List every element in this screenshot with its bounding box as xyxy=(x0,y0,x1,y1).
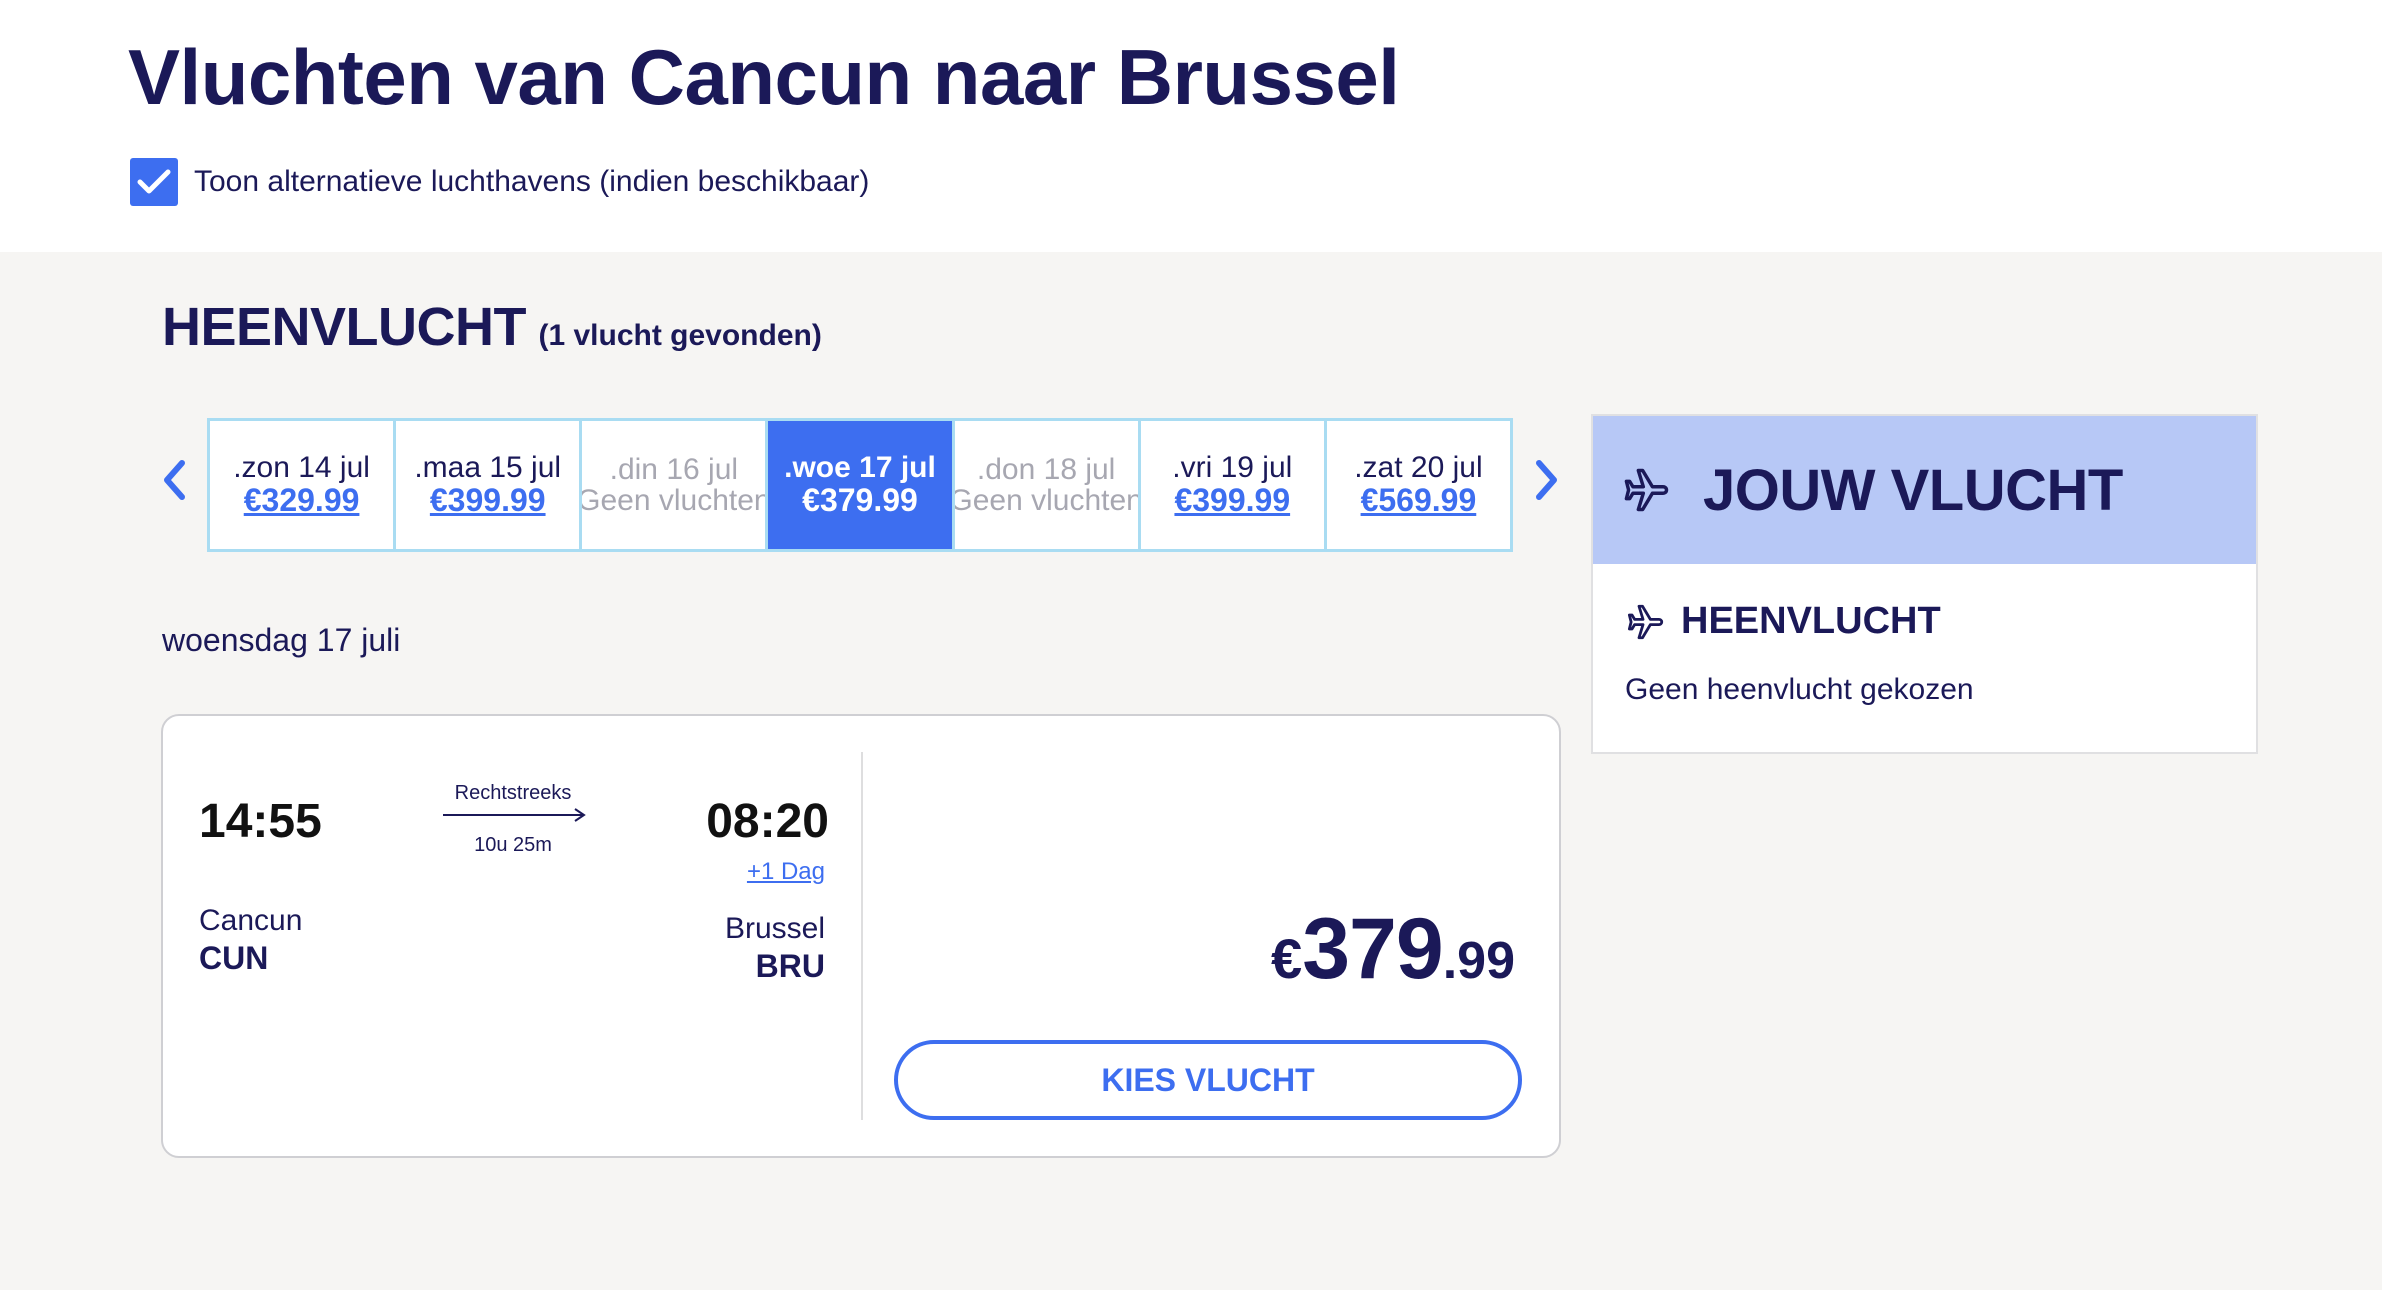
date-day: .din 16 jul xyxy=(609,452,739,486)
your-flight-title: JOUW VLUCHT xyxy=(1703,457,2123,523)
date-cell-2: .din 16 jul Geen vluchten xyxy=(582,421,769,549)
alt-airports-row[interactable]: Toon alternatieve luchthavens (indien be… xyxy=(130,158,869,206)
date-cell-6[interactable]: .zat 20 jul €569.99 xyxy=(1327,421,1510,549)
date-no-flights: Geen vluchten xyxy=(954,484,1141,517)
date-cell-3-selected[interactable]: .woe 17 jul €379.99 xyxy=(768,421,955,549)
date-price[interactable]: €399.99 xyxy=(430,483,546,518)
departure-city: Cancun xyxy=(199,904,303,937)
outbound-title: HEENVLUCHT xyxy=(162,297,527,357)
arrival-city: Brussel xyxy=(724,912,825,945)
outbound-count: (1 vlucht gevonden) xyxy=(538,319,822,352)
plane-icon xyxy=(1627,604,1664,639)
stops-label: Rechtstreeks xyxy=(454,782,572,804)
selected-day-label: woensdag 17 juli xyxy=(162,622,401,658)
check-icon xyxy=(137,169,171,194)
arrival-code: BRU xyxy=(755,948,825,984)
next-dates-button[interactable] xyxy=(1525,452,1569,508)
summary-outbound-label: HEENVLUCHT xyxy=(1681,600,1941,642)
your-flight-header: JOUW VLUCHT xyxy=(1593,416,2256,564)
outbound-heading: HEENVLUCHT (1 vlucht gevonden) xyxy=(162,296,822,358)
price-currency: € xyxy=(1271,927,1303,990)
date-price[interactable]: €329.99 xyxy=(244,483,360,518)
price-decimals: .99 xyxy=(1442,932,1515,990)
arrow-right-icon xyxy=(443,808,586,822)
date-price: €379.99 xyxy=(802,481,918,518)
flight-duration: 10u 25m xyxy=(474,834,552,856)
flight-price: € 379 .99 xyxy=(1271,900,1515,999)
date-price[interactable]: €569.99 xyxy=(1361,483,1477,518)
flight-card: 14:55 Rechtstreeks 10u 25m 08:20 +1 Dag … xyxy=(161,714,1561,1158)
card-divider xyxy=(861,752,863,1120)
departure-time: 14:55 xyxy=(199,795,322,848)
your-flight-body: HEENVLUCHT Geen heenvlucht gekozen xyxy=(1593,564,2256,707)
next-day-link[interactable]: +1 Dag xyxy=(747,858,825,886)
date-day: .woe 17 jul xyxy=(784,451,936,485)
arrival-time: 08:20 xyxy=(706,795,829,848)
prev-dates-button[interactable] xyxy=(152,452,196,508)
date-price[interactable]: €399.99 xyxy=(1174,483,1290,518)
page-title: Vluchten van Cancun naar Brussel xyxy=(128,33,1400,121)
departure-code: CUN xyxy=(199,940,269,976)
date-cell-5[interactable]: .vri 19 jul €399.99 xyxy=(1141,421,1327,549)
summary-outbound-row: HEENVLUCHT xyxy=(1625,600,2224,643)
date-cell-4: .don 18 jul Geen vluchten xyxy=(955,421,1141,549)
date-day: .zon 14 jul xyxy=(233,451,370,485)
chevron-left-icon xyxy=(164,460,185,500)
date-cell-0[interactable]: .zon 14 jul €329.99 xyxy=(210,421,397,549)
date-day: .vri 19 jul xyxy=(1172,451,1293,485)
page-header: Vluchten van Cancun naar Brussel Toon al… xyxy=(0,0,2382,252)
date-no-flights: Geen vluchten xyxy=(582,484,769,517)
date-day: .zat 20 jul xyxy=(1354,451,1483,485)
alt-airports-checkbox[interactable] xyxy=(130,158,178,206)
chevron-right-icon xyxy=(1536,460,1557,500)
date-cell-1[interactable]: .maa 15 jul €399.99 xyxy=(396,421,583,549)
alt-airports-label[interactable]: Toon alternatieve luchthavens (indien be… xyxy=(194,165,869,199)
date-day: .maa 15 jul xyxy=(414,451,562,485)
your-flight-panel: JOUW VLUCHT HEENVLUCHT Geen heenvlucht g… xyxy=(1591,414,2258,754)
summary-empty-text: Geen heenvlucht gekozen xyxy=(1625,673,1974,706)
date-selector: .zon 14 jul €329.99 .maa 15 jul €399.99 … xyxy=(207,418,1513,552)
select-flight-button[interactable]: KIES VLUCHT xyxy=(894,1040,1522,1120)
date-day: .don 18 jul xyxy=(976,452,1116,486)
price-main: 379 xyxy=(1302,901,1443,997)
plane-icon xyxy=(1624,468,1669,512)
